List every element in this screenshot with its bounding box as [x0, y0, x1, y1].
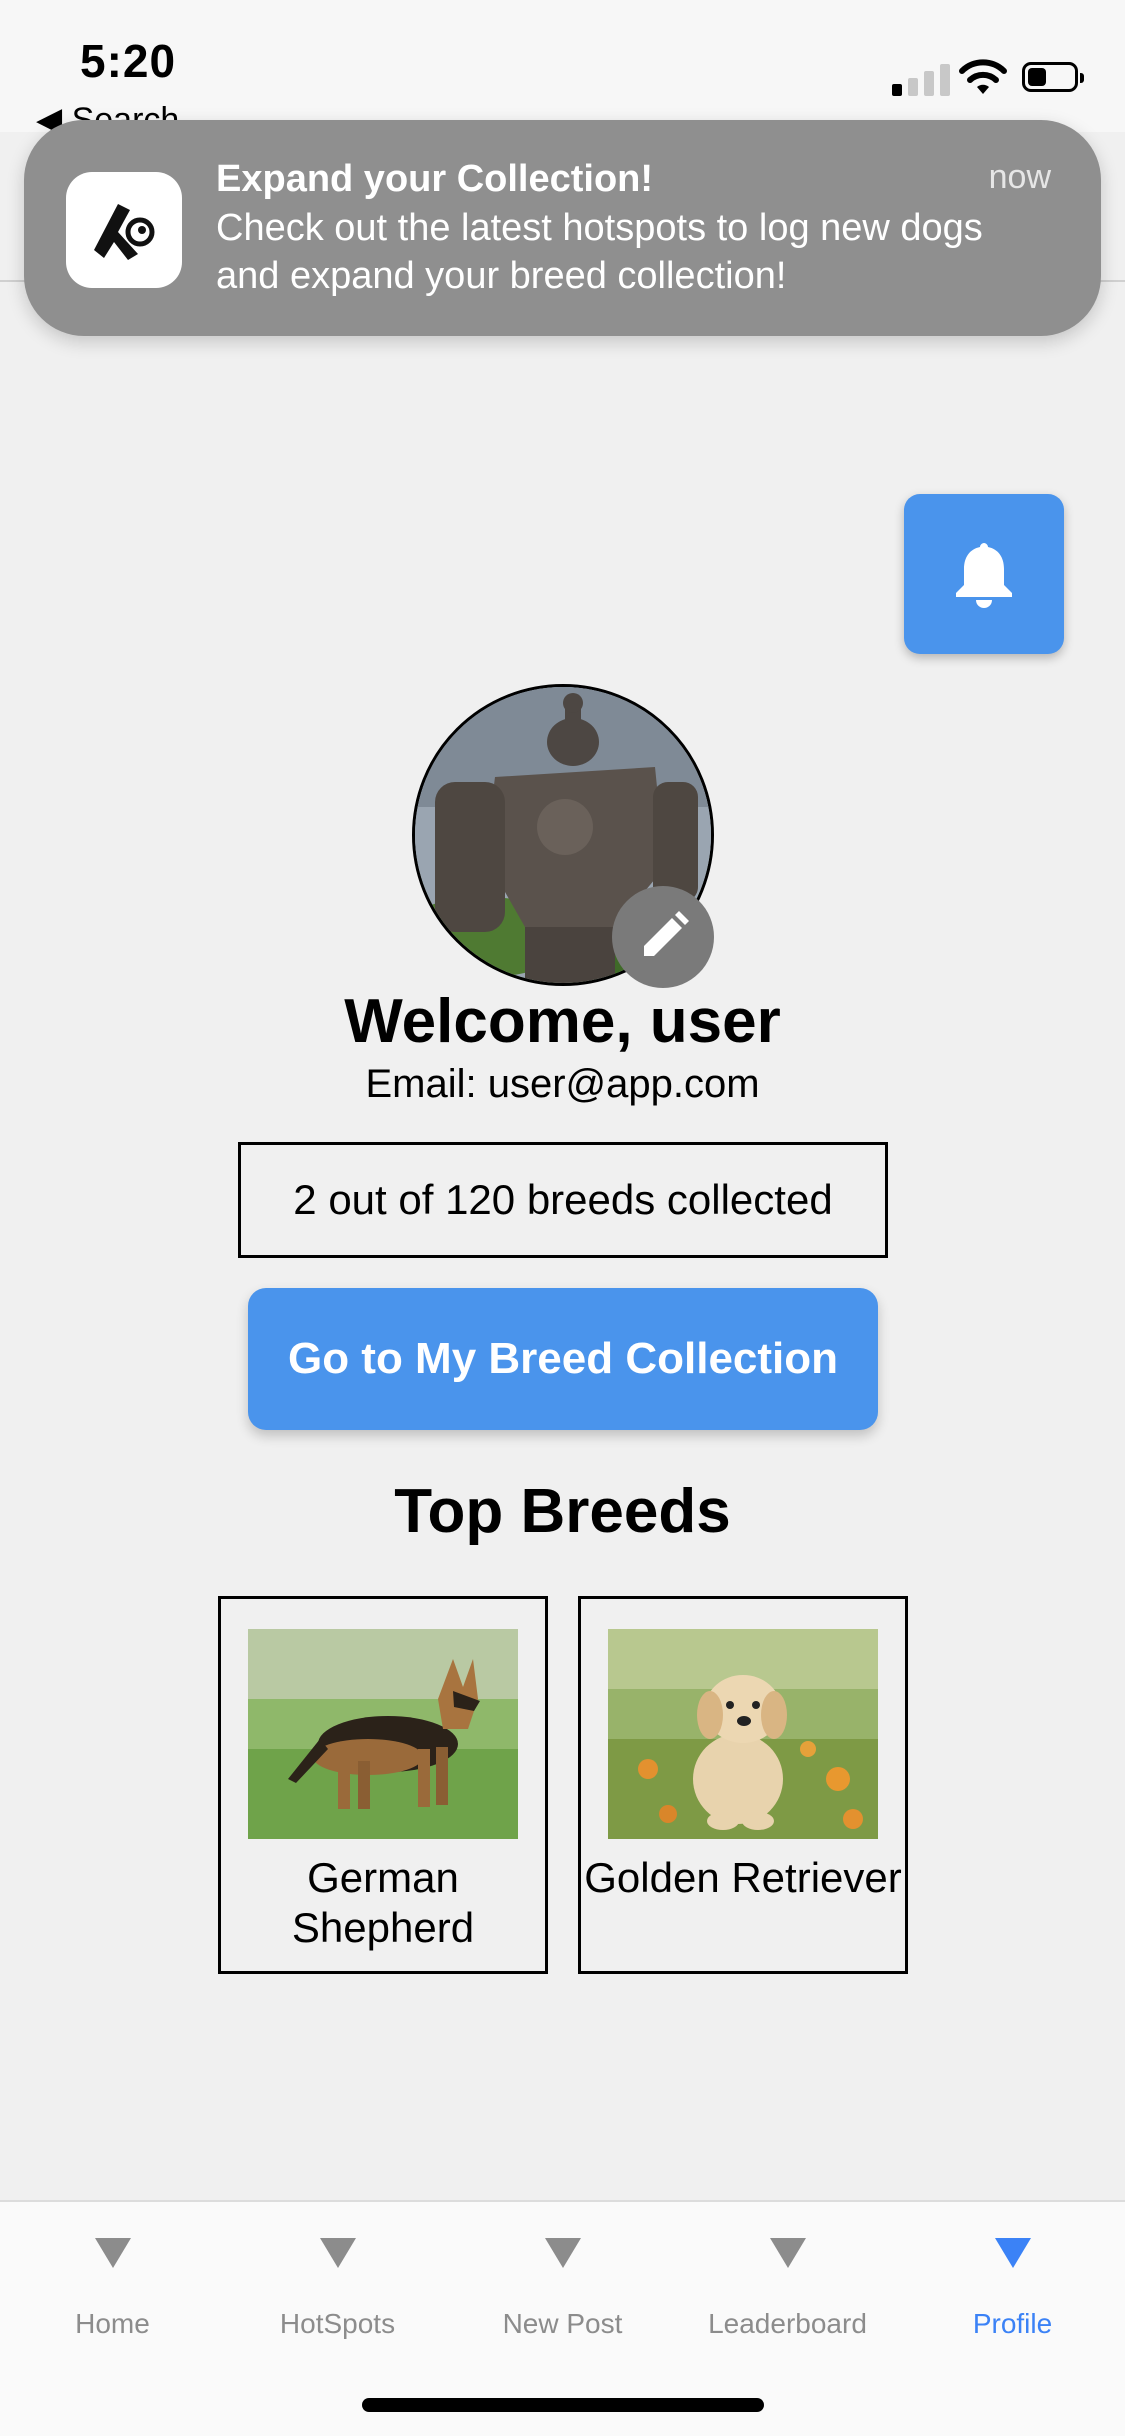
breed-collection-button[interactable]: Go to My Breed Collection [248, 1288, 878, 1430]
tab-leaderboard[interactable]: Leaderboard [675, 2238, 900, 2340]
breed-count-box: 2 out of 120 breeds collected [238, 1142, 888, 1258]
edit-pencil-icon [644, 911, 689, 956]
notification-body: Check out the latest hotspots to log new… [216, 207, 983, 297]
tab-label: Home [75, 2308, 150, 2339]
breed-count-text: 2 out of 120 breeds collected [293, 1176, 833, 1223]
notifications-button[interactable] [904, 494, 1064, 654]
tab-label: Profile [972, 2308, 1053, 2339]
tab-triangle-icon [94, 2238, 131, 2268]
home-indicator [362, 2398, 764, 2412]
tab-triangle-icon [769, 2238, 806, 2268]
tab-profile[interactable]: Profile [900, 2238, 1125, 2340]
edit-avatar-button[interactable] [612, 886, 714, 988]
tab-label: Leaderboard [708, 2308, 867, 2339]
status-bar: 5:20 ◀ Search [0, 0, 1125, 139]
wifi-icon [959, 59, 1007, 94]
breed-name: German Shepherd [291, 1854, 475, 1951]
notification-time: now [988, 158, 1051, 196]
bell-icon [956, 543, 1012, 608]
breed-card[interactable]: Golden Retriever [578, 1596, 908, 1974]
tab-label: HotSpots [279, 2308, 396, 2339]
breed-name: Golden Retriever [584, 1854, 902, 1901]
status-time: 5:20 [80, 35, 177, 87]
signal-icon [892, 64, 950, 96]
breed-photo-golden-retriever [608, 1629, 878, 1839]
tab-triangle-icon [544, 2238, 581, 2268]
app-logo-icon [66, 172, 182, 288]
tab-triangle-icon [319, 2238, 356, 2268]
welcome-heading: Welcome, user [344, 987, 781, 1056]
breed-photo-german-shepherd [248, 1629, 518, 1839]
tab-new-post[interactable]: New Post [450, 2238, 675, 2340]
tab-home[interactable]: Home [0, 2238, 225, 2340]
notification-banner[interactable]: Expand your Collection! Check out the la… [24, 120, 1101, 336]
notification-title: Expand your Collection! [216, 158, 654, 200]
tab-hotspots[interactable]: HotSpots [225, 2238, 450, 2340]
user-email: Email: user@app.com [365, 1062, 760, 1106]
tab-label: New Post [502, 2308, 623, 2339]
tab-triangle-icon [994, 2238, 1031, 2268]
breed-card[interactable]: German Shepherd [218, 1596, 548, 1974]
battery-icon [1022, 62, 1084, 92]
top-breeds-title: Top Breeds [394, 1477, 731, 1546]
